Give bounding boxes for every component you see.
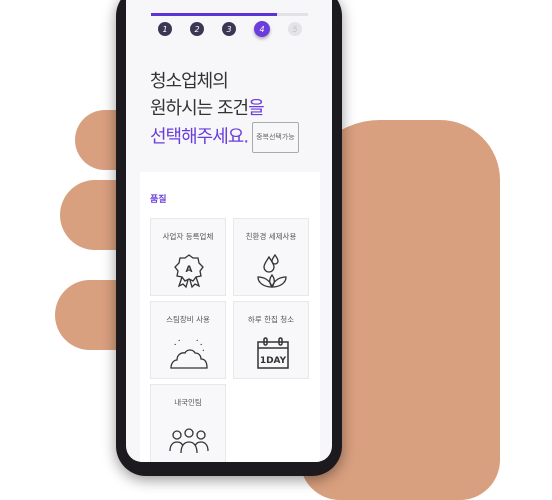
- option-label: 스팀장비 사용: [166, 315, 210, 324]
- option-domestic-team[interactable]: 내국인팀: [150, 384, 226, 462]
- option-one-house-per-day[interactable]: 하루 한집 청소 1DAY: [233, 301, 309, 379]
- option-label: 내국인팀: [174, 398, 202, 407]
- multi-select-badge: 중복선택가능: [252, 122, 299, 153]
- step-indicator: 1 2 3 4 5: [158, 21, 302, 37]
- svg-text:1DAY: 1DAY: [260, 356, 287, 366]
- option-label: 하루 한집 청소: [247, 315, 295, 324]
- title-highlight: 을: [248, 98, 265, 119]
- calendar-1day-icon: 1DAY: [257, 337, 289, 369]
- title-line: 원하시는 조건: [150, 98, 249, 119]
- progress-bar: [151, 13, 308, 16]
- step-3[interactable]: 3: [222, 22, 236, 36]
- option-label: 친환경 세제사용: [245, 232, 297, 241]
- option-eco-detergent[interactable]: 친환경 세제사용: [233, 218, 309, 296]
- screen: 1 2 3 4 5 청소업체의 원하시는 조건을 선택해주세요. 중복선택가능 품…: [126, 0, 332, 462]
- step-1[interactable]: 1: [158, 22, 172, 36]
- step-2[interactable]: 2: [190, 22, 204, 36]
- page-title: 청소업체의 원하시는 조건을 선택해주세요. 중복선택가능: [150, 68, 299, 153]
- steam-cloud-icon: [170, 339, 208, 369]
- section-title: 품질: [150, 195, 167, 205]
- team-icon: [169, 428, 209, 454]
- options-panel: 품질 사업자 등록업체 A 친환경 세제사용 스팀장비 사용 하루 한집 청소 …: [140, 172, 320, 462]
- step-5: 5: [288, 22, 302, 36]
- title-highlight: 선택해주세요.: [150, 126, 249, 148]
- award-icon: A: [174, 254, 204, 289]
- option-label: 사업자 등록업체: [162, 232, 214, 241]
- step-4[interactable]: 4: [254, 21, 270, 37]
- title-line: 청소업체의: [150, 71, 229, 92]
- option-steam-equipment[interactable]: 스팀장비 사용: [150, 301, 226, 379]
- option-registered-business[interactable]: 사업자 등록업체 A: [150, 218, 226, 296]
- svg-text:A: A: [186, 265, 193, 275]
- eco-drop-icon: [257, 253, 287, 289]
